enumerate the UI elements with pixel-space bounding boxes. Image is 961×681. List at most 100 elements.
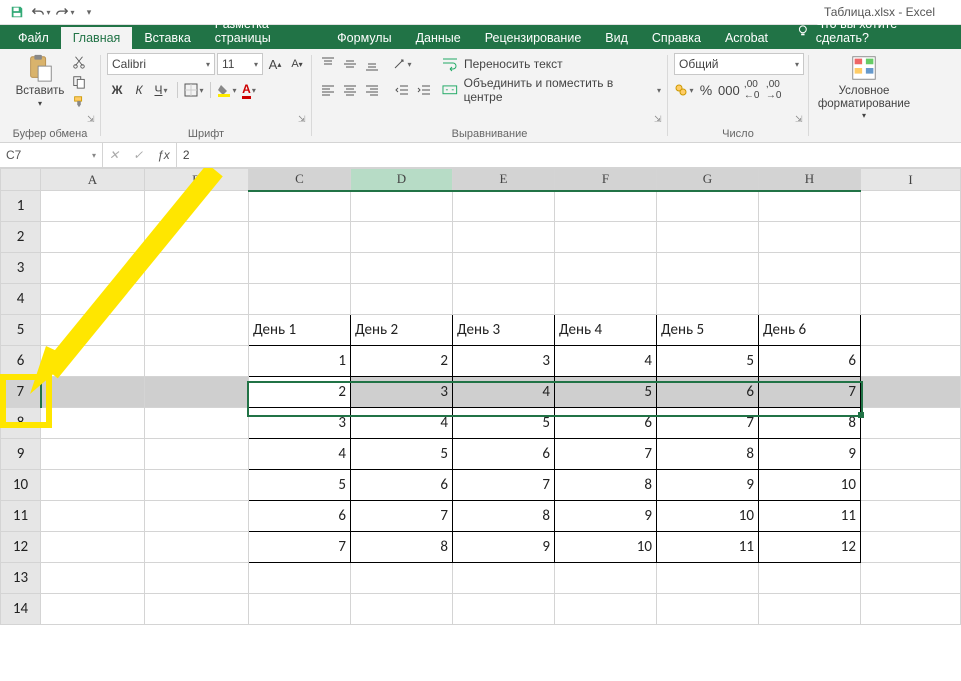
cell-I7[interactable] [861, 377, 961, 408]
cell-D12[interactable]: 8 [351, 532, 453, 563]
align-top-icon[interactable] [318, 54, 338, 74]
cell-I13[interactable] [861, 563, 961, 594]
cell-D6[interactable]: 2 [351, 346, 453, 377]
cell-G3[interactable] [657, 253, 759, 284]
row-header-6[interactable]: 6 [1, 346, 41, 377]
currency-icon[interactable]: ▾ [674, 80, 694, 100]
cell-H14[interactable] [759, 594, 861, 625]
tab-Главная[interactable]: Главная [61, 27, 133, 49]
cell-I12[interactable] [861, 532, 961, 563]
row-header-8[interactable]: 8 [1, 408, 41, 439]
cell-B13[interactable] [145, 563, 249, 594]
cell-G10[interactable]: 9 [657, 470, 759, 501]
cell-A5[interactable] [41, 315, 145, 346]
cell-I2[interactable] [861, 222, 961, 253]
cell-E5[interactable]: День 3 [453, 315, 555, 346]
cell-D7[interactable]: 3 [351, 377, 453, 408]
row-header-11[interactable]: 11 [1, 501, 41, 532]
bold-button[interactable]: Ж [107, 80, 127, 100]
tell-me[interactable]: Что вы хотите сделать? [786, 13, 961, 49]
row-header-10[interactable]: 10 [1, 470, 41, 501]
cell-H5[interactable]: День 6 [759, 315, 861, 346]
col-header-C[interactable]: C [249, 169, 351, 191]
col-header-F[interactable]: F [555, 169, 657, 191]
align-launcher-icon[interactable]: ⇲ [654, 114, 664, 124]
wrap-text-button[interactable]: Переносить текст [442, 53, 661, 75]
cell-C5[interactable]: День 1 [249, 315, 351, 346]
cell-C14[interactable] [249, 594, 351, 625]
inc-indent-icon[interactable] [414, 80, 434, 100]
copy-icon[interactable] [70, 73, 88, 91]
formula-input[interactable]: 2 [177, 143, 961, 167]
row-header-5[interactable]: 5 [1, 315, 41, 346]
font-color-icon[interactable]: A▾ [239, 80, 259, 100]
cell-A12[interactable] [41, 532, 145, 563]
cell-A3[interactable] [41, 253, 145, 284]
cell-C4[interactable] [249, 284, 351, 315]
cell-B3[interactable] [145, 253, 249, 284]
cell-G6[interactable]: 5 [657, 346, 759, 377]
row-header-2[interactable]: 2 [1, 222, 41, 253]
tab-file[interactable]: Файл [6, 27, 61, 49]
cell-H1[interactable] [759, 191, 861, 222]
cell-A8[interactable] [41, 408, 145, 439]
cell-B10[interactable] [145, 470, 249, 501]
clipboard-launcher-icon[interactable]: ⇲ [87, 114, 97, 124]
borders-icon[interactable]: ▾ [184, 80, 204, 100]
orient-icon[interactable]: ▾ [392, 54, 412, 74]
cell-G13[interactable] [657, 563, 759, 594]
cell-C1[interactable] [249, 191, 351, 222]
tab-Разметка страницы[interactable]: Разметка страницы [203, 13, 325, 49]
percent-icon[interactable]: % [696, 80, 716, 100]
cell-C8[interactable]: 3 [249, 408, 351, 439]
cell-A1[interactable] [41, 191, 145, 222]
row-header-4[interactable]: 4 [1, 284, 41, 315]
increase-font-icon[interactable]: A▴ [265, 54, 285, 74]
font-launcher-icon[interactable]: ⇲ [298, 114, 308, 124]
name-box[interactable]: C7▾ [0, 143, 103, 167]
cell-F3[interactable] [555, 253, 657, 284]
cell-H2[interactable] [759, 222, 861, 253]
cell-D4[interactable] [351, 284, 453, 315]
cell-A4[interactable] [41, 284, 145, 315]
save-icon[interactable] [6, 1, 28, 23]
cell-D13[interactable] [351, 563, 453, 594]
select-all-corner[interactable] [1, 169, 41, 191]
cell-C13[interactable] [249, 563, 351, 594]
cell-E3[interactable] [453, 253, 555, 284]
inc-decimal-icon[interactable]: ,00←0 [742, 80, 762, 100]
underline-button[interactable]: Ч▾ [151, 80, 171, 100]
cell-F13[interactable] [555, 563, 657, 594]
row-header-14[interactable]: 14 [1, 594, 41, 625]
cell-B4[interactable] [145, 284, 249, 315]
cell-A14[interactable] [41, 594, 145, 625]
cell-B5[interactable] [145, 315, 249, 346]
cell-F12[interactable]: 10 [555, 532, 657, 563]
cell-C2[interactable] [249, 222, 351, 253]
cell-H3[interactable] [759, 253, 861, 284]
cell-E2[interactable] [453, 222, 555, 253]
cell-A6[interactable] [41, 346, 145, 377]
italic-button[interactable]: К [129, 80, 149, 100]
cell-G11[interactable]: 10 [657, 501, 759, 532]
col-header-H[interactable]: H [759, 169, 861, 191]
cell-E1[interactable] [453, 191, 555, 222]
cell-B1[interactable] [145, 191, 249, 222]
align-right-icon[interactable] [362, 80, 382, 100]
cell-G2[interactable] [657, 222, 759, 253]
row-header-7[interactable]: 7 [1, 377, 41, 408]
cell-E9[interactable]: 6 [453, 439, 555, 470]
cell-F4[interactable] [555, 284, 657, 315]
cell-C10[interactable]: 5 [249, 470, 351, 501]
cell-H6[interactable]: 6 [759, 346, 861, 377]
dec-decimal-icon[interactable]: ,00→0 [764, 80, 784, 100]
cell-F10[interactable]: 8 [555, 470, 657, 501]
row-header-3[interactable]: 3 [1, 253, 41, 284]
cell-G14[interactable] [657, 594, 759, 625]
col-header-E[interactable]: E [453, 169, 555, 191]
cell-E4[interactable] [453, 284, 555, 315]
spreadsheet-grid[interactable]: ABCDEFGHI12345День 1День 2День 3День 4Де… [0, 168, 961, 625]
cell-F9[interactable]: 7 [555, 439, 657, 470]
cell-A10[interactable] [41, 470, 145, 501]
cell-E8[interactable]: 5 [453, 408, 555, 439]
